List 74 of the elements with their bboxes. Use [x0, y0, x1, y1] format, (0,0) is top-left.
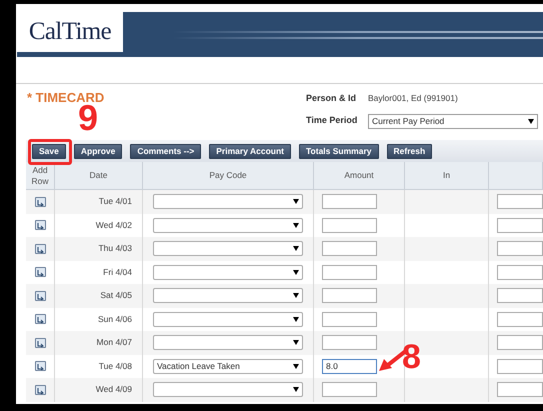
add-row-icon[interactable]: [34, 244, 46, 254]
time-field[interactable]: [497, 241, 543, 256]
toolbar-button[interactable]: Save: [32, 144, 66, 158]
amount-field[interactable]: 8.0: [322, 358, 377, 374]
dropdown-arrow-icon: [293, 293, 299, 298]
add-row-icon[interactable]: [34, 196, 46, 207]
pay-code-select[interactable]: [153, 241, 303, 256]
dropdown-arrow-icon: [293, 270, 299, 275]
annotation-frame: [28, 139, 72, 165]
pay-code-select[interactable]: [153, 264, 303, 280]
dropdown-arrow-icon: [293, 199, 299, 204]
date-cell: Tue 4/08: [98, 360, 132, 373]
add-row-icon[interactable]: [34, 338, 46, 348]
add-row-icon[interactable]: [34, 314, 46, 324]
add-row-icon[interactable]: [34, 267, 46, 278]
dropdown-arrow-icon: [293, 246, 299, 252]
dropdown-arrow-icon: [293, 222, 299, 228]
date-cell: Mon 4/07: [96, 336, 132, 350]
amount-field[interactable]: [322, 218, 377, 233]
column-header: Amount: [344, 170, 374, 181]
date-cell: Sun 4/06: [98, 312, 132, 326]
add-row-icon[interactable]: [34, 384, 46, 395]
toolbar-button[interactable]: Refresh: [386, 144, 432, 158]
amount-field[interactable]: [322, 335, 377, 350]
time-field[interactable]: [497, 288, 543, 304]
amount-field[interactable]: [322, 312, 377, 327]
date-cell: Tue 4/01: [98, 195, 132, 208]
dropdown-arrow-icon: [293, 316, 299, 322]
time-field[interactable]: [497, 194, 543, 210]
pay-code-select[interactable]: Vacation Leave Taken: [153, 358, 303, 374]
toolbar-button[interactable]: Totals Summary: [298, 144, 378, 158]
dropdown-arrow-icon: [293, 387, 299, 392]
add-row-icon[interactable]: [34, 290, 46, 301]
date-cell: Thu 4/03: [98, 242, 132, 256]
time-period-label: Time Period: [306, 114, 358, 128]
time-field[interactable]: [497, 382, 543, 398]
time-field[interactable]: [497, 335, 543, 350]
column-header: Pay Code: [209, 170, 247, 181]
pay-code-select[interactable]: [153, 335, 303, 350]
add-row-icon[interactable]: [34, 220, 46, 230]
person-value: Baylor001, Ed (991901): [368, 92, 458, 106]
column-header: Date: [90, 170, 108, 181]
amount-field[interactable]: [322, 264, 377, 280]
amount-field[interactable]: [322, 241, 377, 256]
date-cell: Sat 4/05: [100, 289, 132, 302]
dropdown-arrow-icon: [293, 340, 299, 346]
toolbar-button[interactable]: Comments -->: [130, 144, 202, 158]
time-period-select[interactable]: Current Pay Period: [368, 114, 538, 128]
dropdown-arrow-icon: [528, 118, 534, 124]
pay-code-select[interactable]: [153, 218, 303, 233]
timecard-title: * TIMECARD: [27, 89, 104, 105]
date-cell: Wed 4/09: [96, 383, 132, 396]
column-header: Add Row: [30, 164, 50, 186]
time-field[interactable]: [497, 312, 543, 327]
time-field[interactable]: [497, 358, 543, 374]
dropdown-arrow-icon: [293, 364, 299, 369]
person-label: Person & Id: [306, 92, 358, 105]
date-cell: Wed 4/02: [96, 218, 132, 232]
date-cell: Fri 4/04: [103, 266, 132, 279]
pay-code-select[interactable]: [153, 312, 303, 327]
time-field[interactable]: [497, 218, 543, 233]
time-field[interactable]: [497, 264, 543, 280]
pay-code-select[interactable]: [153, 288, 303, 304]
toolbar-button[interactable]: Primary Account: [209, 144, 291, 158]
amount-field[interactable]: [322, 194, 377, 210]
annotation-number: 8: [402, 340, 421, 374]
logo: CalTime: [17, 12, 123, 52]
add-row-icon[interactable]: [34, 361, 46, 372]
amount-field[interactable]: [322, 382, 377, 398]
toolbar-button[interactable]: Approve: [74, 144, 122, 158]
column-header: In: [442, 170, 450, 181]
pay-code-select[interactable]: [153, 194, 303, 210]
pay-code-select[interactable]: [153, 382, 303, 398]
amount-field[interactable]: [322, 288, 377, 304]
